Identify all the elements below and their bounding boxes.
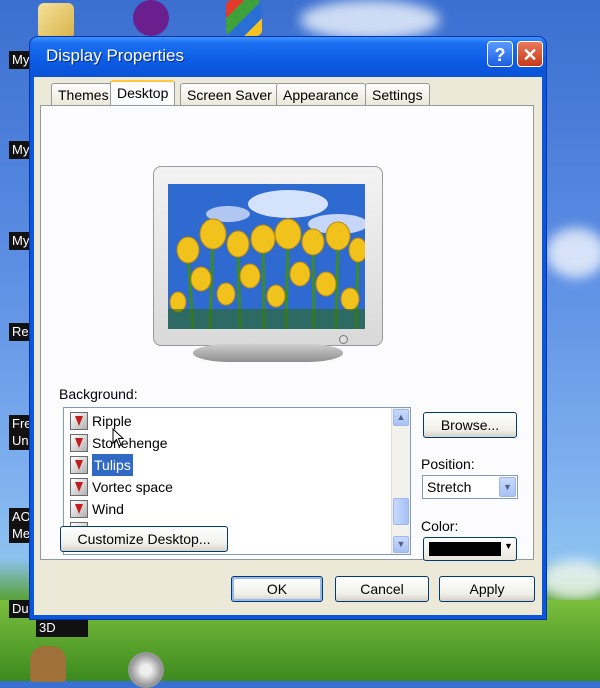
tab-themes[interactable]: Themes [51,83,116,105]
help-button[interactable]: ? [487,41,513,67]
position-dropdown[interactable]: Stretch ▼ [422,475,518,499]
window-title: Display Properties [46,46,184,65]
listbox-scrollbar[interactable]: ▲ ▼ [391,408,410,554]
desktop-label-un[interactable]: Un [9,432,32,450]
position-label: Position: [421,456,475,472]
cancel-button[interactable]: Cancel [335,576,429,602]
title-bar[interactable]: Display Properties ? ✕ [30,37,546,77]
list-item-label: Wind [92,501,124,517]
list-item[interactable]: Vortec space [70,476,173,498]
desktop-label-recycle-bin[interactable]: Re [9,323,32,341]
list-item-selected[interactable]: Tulips [70,454,133,476]
color-label: Color: [421,518,459,534]
yahoo-icon[interactable] [133,0,169,36]
tab-desktop[interactable]: Desktop [110,80,176,106]
wallpaper-file-icon [70,500,88,518]
customize-desktop-button[interactable]: Customize Desktop... [60,526,228,552]
background-label: Background: [59,386,138,402]
disc-icon[interactable] [128,652,164,688]
color-picker-button[interactable]: ▼ [423,537,517,561]
wallpaper-file-icon [70,478,88,496]
monitor-preview [153,166,383,346]
desktop-label-3d[interactable]: 3D [36,619,88,637]
wallpaper-preview-image [168,184,365,329]
position-value: Stretch [427,479,472,495]
scrollbar-thumb[interactable] [393,498,409,525]
list-item-label: Stonehenge [92,435,168,451]
apply-button[interactable]: Apply [439,576,535,602]
browse-button[interactable]: Browse... [423,412,517,438]
tab-appearance[interactable]: Appearance [276,83,366,105]
ok-button[interactable]: OK [231,576,323,602]
pet-icon[interactable] [30,646,66,682]
tab-screen-saver[interactable]: Screen Saver [180,83,279,105]
close-button[interactable]: ✕ [517,41,543,67]
list-item[interactable]: Wind [70,498,124,520]
monitor-power-led [339,335,348,344]
scroll-down-arrow-icon[interactable]: ▼ [393,536,409,553]
display-properties-window: Display Properties ? ✕ Themes Desktop Sc… [30,37,546,619]
color-swatch [429,542,501,556]
desktop-label-my-network[interactable]: My [9,232,33,250]
chevron-down-icon: ▼ [504,541,513,551]
wallpaper-file-icon [70,412,88,430]
chevron-down-icon[interactable]: ▼ [499,477,516,497]
desktop-label-my-computer[interactable]: My [9,141,33,159]
monitor-stand [193,344,343,362]
list-item-label: Tulips [92,454,133,476]
dialog-client-area: Themes Desktop Screen Saver Appearance S… [34,77,542,615]
mouse-cursor-icon [112,428,125,447]
windows-installer-icon[interactable] [226,0,262,36]
wallpaper-file-icon [70,434,88,452]
list-item-label: Vortec space [92,479,173,495]
folder-icon[interactable] [38,3,74,39]
desktop-tab-panel: Background: Ripple Stonehenge Tulips Vor… [40,105,534,561]
wallpaper-file-icon [70,456,88,474]
tab-settings[interactable]: Settings [365,83,430,105]
scroll-up-arrow-icon[interactable]: ▲ [393,409,409,426]
